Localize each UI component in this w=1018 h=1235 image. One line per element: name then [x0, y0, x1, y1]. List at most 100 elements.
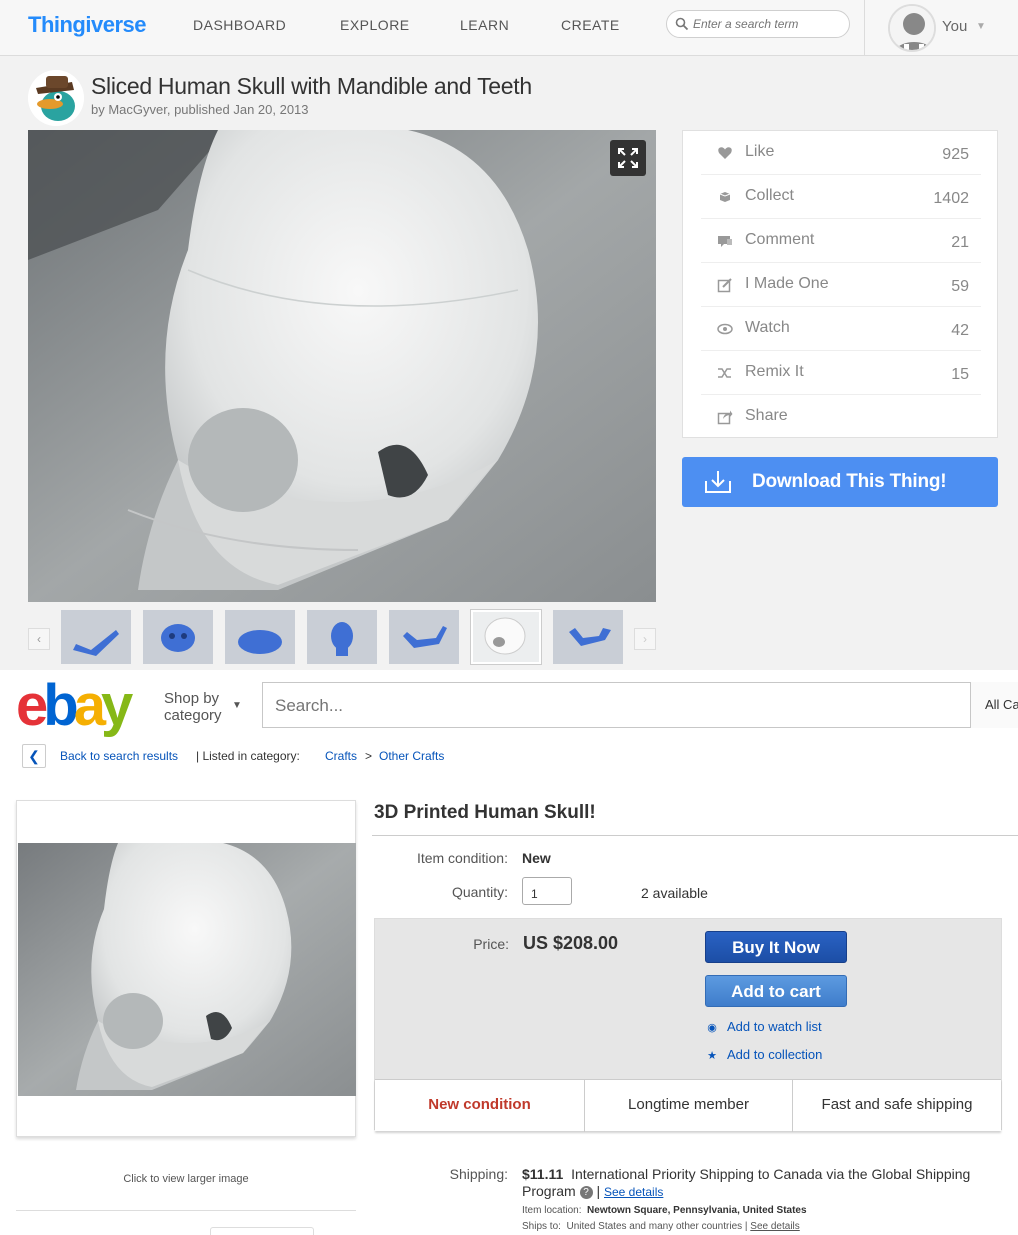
price-box: Price: US $208.00 Buy It Now Add to cart… [374, 918, 1002, 1132]
comment-icon [717, 233, 733, 249]
help-icon[interactable]: ? [579, 1186, 593, 1199]
listing-skull-photo[interactable] [18, 843, 356, 1096]
download-label: Download This Thing! [752, 471, 947, 492]
crumb-crafts[interactable]: Crafts [325, 749, 357, 763]
eye-icon: ◉ [707, 1022, 717, 1034]
made-one-button[interactable]: I Made One 59 [701, 263, 981, 307]
listing-image-box[interactable] [16, 800, 356, 1137]
crumb-other-crafts[interactable]: Other Crafts [379, 749, 444, 763]
partial-box [210, 1227, 314, 1235]
ebay-search-input[interactable] [275, 695, 965, 717]
nav-learn[interactable]: LEARN [460, 17, 509, 33]
like-label: Like [745, 143, 775, 160]
collect-label: Collect [745, 187, 794, 204]
ebay-logo[interactable]: ebay [16, 674, 133, 738]
search-icon [675, 17, 689, 36]
thingiverse-logo[interactable]: Thingiverse [28, 12, 146, 38]
thing-actions-panel: Like 925 Collect 1402 Comment 21 I Made … [682, 130, 998, 438]
thumb-prev-button[interactable]: ‹ [28, 628, 50, 650]
thumbnail-7[interactable] [553, 610, 623, 664]
divider [16, 1210, 356, 1211]
ships-to-see-details-link[interactable]: See details [750, 1221, 799, 1232]
buy-it-now-button[interactable]: Buy It Now [705, 931, 847, 963]
add-to-collection-link[interactable]: ★ Add to collection [705, 1047, 822, 1062]
ships-to-value: United States and many other countries [566, 1221, 743, 1232]
thumbnail-3[interactable] [225, 610, 295, 664]
collect-icon [717, 189, 733, 205]
collection-label: Add to collection [727, 1047, 823, 1062]
star-icon: ★ [707, 1050, 717, 1062]
thumb-next-button[interactable]: › [634, 628, 656, 650]
user-menu-label[interactable]: You [942, 18, 967, 35]
collect-button[interactable]: Collect 1402 [701, 175, 981, 219]
watch-button[interactable]: Watch 42 [701, 307, 981, 351]
collect-count: 1402 [933, 190, 969, 207]
thing-title: Sliced Human Skull with Mandible and Tee… [91, 73, 532, 99]
thingiverse-page: Thingiverse DASHBOARD EXPLORE LEARN CREA… [0, 0, 1018, 670]
ebay-page: ebay Shop by category ▼ All Ca ❮ Back to… [0, 670, 1018, 1235]
nav-explore[interactable]: EXPLORE [340, 17, 410, 33]
comment-button[interactable]: Comment 21 [701, 219, 981, 263]
back-arrow-icon[interactable]: ❮ [22, 744, 46, 768]
thing-byline[interactable]: by MacGyver, published Jan 20, 2013 [91, 102, 309, 117]
share-button[interactable]: Share [701, 395, 981, 439]
listing-title: 3D Printed Human Skull! [374, 802, 596, 823]
back-to-results-link[interactable]: Back to search results [60, 749, 178, 763]
thumbnail-4[interactable] [307, 610, 377, 664]
eye-icon [717, 321, 733, 337]
add-to-watch-list-link[interactable]: ◉ Add to watch list [705, 1019, 822, 1034]
remix-count: 15 [951, 366, 969, 383]
feature-longtime-member: Longtime member [585, 1080, 793, 1132]
feature-fast-shipping: Fast and safe shipping [821, 1096, 973, 1113]
share-label: Share [745, 407, 788, 424]
main-skull-photo[interactable] [28, 130, 656, 602]
made-one-count: 59 [951, 278, 969, 295]
category-label: category [164, 707, 222, 724]
search-input[interactable] [693, 15, 843, 33]
fullscreen-button[interactable] [610, 140, 646, 176]
item-location-label: Item location: [522, 1205, 582, 1216]
download-thing-button[interactable]: Download This Thing! [682, 457, 998, 507]
nav-create[interactable]: CREATE [561, 17, 620, 33]
all-categories-select[interactable]: All Ca [970, 682, 1018, 728]
shop-by-category-button[interactable]: Shop by category [164, 690, 222, 724]
ebay-search [262, 682, 1018, 728]
chevron-down-icon[interactable]: ▼ [232, 700, 242, 711]
remix-button[interactable]: Remix It 15 [701, 351, 981, 395]
shipping-price: $11.11 [522, 1166, 564, 1182]
quantity-input[interactable] [522, 877, 572, 905]
thumbnail-6-active[interactable] [471, 610, 541, 664]
like-button[interactable]: Like 925 [701, 131, 981, 175]
add-to-cart-button[interactable]: Add to cart [705, 975, 847, 1007]
item-location-value: Newtown Square, Pennsylvania, United Sta… [587, 1205, 807, 1216]
shipping-label: Shipping: [449, 1166, 508, 1182]
download-icon [704, 469, 732, 500]
condition-label: Item condition: [416, 850, 508, 866]
price-value: US $208.00 [523, 933, 619, 953]
thumbnail-5[interactable] [389, 610, 459, 664]
shop-by-label: Shop by [164, 690, 220, 707]
shipping-see-details-link[interactable]: See details [604, 1185, 663, 1199]
remix-icon [717, 365, 733, 381]
ships-to: Ships to: United States and many other c… [522, 1221, 800, 1232]
author-avatar[interactable] [28, 70, 84, 126]
top-nav: Thingiverse DASHBOARD EXPLORE LEARN CREA… [0, 0, 1018, 56]
crumb-separator: > [365, 749, 373, 763]
thumbnail-2[interactable] [143, 610, 213, 664]
watch-list-label: Add to watch list [727, 1019, 822, 1034]
condition-value: New [522, 850, 551, 866]
listed-in-label: | Listed in category: [196, 749, 300, 763]
chevron-down-icon[interactable]: ▼ [976, 21, 986, 32]
expand-icon [618, 148, 638, 168]
share-icon [717, 409, 733, 425]
site-search [666, 10, 850, 38]
shipping-details: $11.11 International Priority Shipping t… [522, 1166, 971, 1199]
thumbnail-1[interactable] [61, 610, 131, 664]
user-avatar[interactable] [888, 4, 936, 52]
item-location: Item location: Newtown Square, Pennsylva… [522, 1205, 807, 1216]
like-count: 925 [942, 146, 969, 163]
thumbnail-strip: ‹ › [28, 610, 656, 666]
comment-label: Comment [745, 231, 815, 248]
nav-dashboard[interactable]: DASHBOARD [193, 17, 286, 33]
ships-to-label: Ships to: [522, 1221, 561, 1232]
